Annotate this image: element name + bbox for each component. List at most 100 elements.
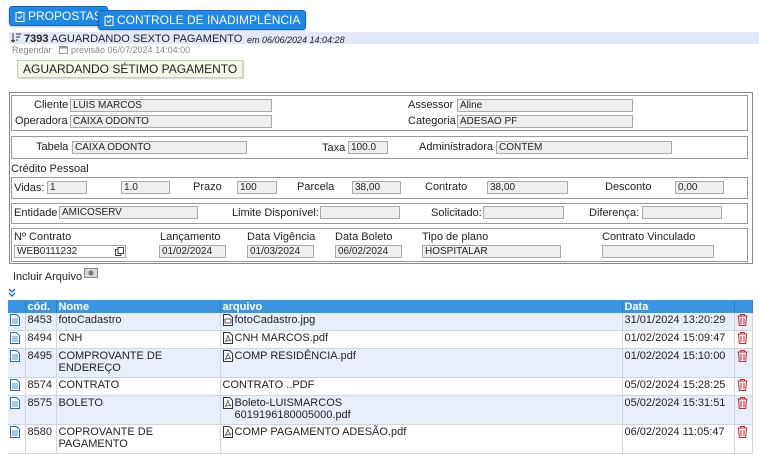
entidade-label: Entidade xyxy=(14,207,58,219)
cell-arquivo-link[interactable]: CONTRATO ..PDF xyxy=(223,379,315,391)
forecast-text: previsão 06/07/2024 14:04:00 xyxy=(71,45,191,55)
reschedule-link[interactable]: Regendar xyxy=(12,44,52,56)
table-header-row: cód. Nome arquivo Data xyxy=(8,300,753,313)
data-boleto-field[interactable]: 06/02/2024 xyxy=(335,245,402,258)
files-table: cód. Nome arquivo Data 8453 fotoCadastro… xyxy=(8,300,753,454)
cell-nome: BOLETO xyxy=(56,395,221,425)
tab-propostas-label: PROPOSTAS xyxy=(28,9,102,23)
parcela-field[interactable]: 38,00 xyxy=(352,181,401,194)
limite-label: Limite Disponível: xyxy=(232,207,319,219)
categoria-field[interactable]: ADESÃO PF xyxy=(457,115,633,128)
cell-data: 05/02/2024 15:28:25 xyxy=(622,377,735,396)
cell-cod: 8580 xyxy=(25,424,57,454)
factor-field[interactable]: 1.0 xyxy=(121,181,170,194)
pdf-file-icon xyxy=(222,397,233,409)
cell-data: 01/02/2024 15:10:00 xyxy=(622,348,735,378)
cell-arquivo-link[interactable]: COMP RESIDÊNCIA.pdf xyxy=(235,350,356,362)
tipo-plano-field[interactable]: HOSPITALAR xyxy=(422,245,561,258)
contrato-field[interactable]: 38,00 xyxy=(487,181,568,194)
clipboard-icon xyxy=(104,15,114,26)
header-arquivo[interactable]: arquivo xyxy=(220,300,623,313)
cell-data: 01/02/2024 15:09:47 xyxy=(622,330,735,349)
taxa-field[interactable]: 100.0 xyxy=(348,141,388,154)
copy-icon[interactable] xyxy=(115,247,124,256)
numero-contrato-field[interactable]: WEB0111232 xyxy=(14,245,126,258)
vigencia-field[interactable]: 01/03/2024 xyxy=(247,245,314,258)
categoria-label: Categoria xyxy=(408,115,456,127)
calendar-icon xyxy=(59,46,68,54)
cell-cod: 8575 xyxy=(25,395,57,425)
table-row[interactable]: 8494 CNH CNH MARCOS.pdf 01/02/2024 15:09… xyxy=(8,330,753,349)
document-icon[interactable] xyxy=(10,350,20,362)
document-icon[interactable] xyxy=(10,332,20,344)
cell-data: 31/01/2024 13:20:29 xyxy=(622,313,735,331)
tipo-plano-label: Tipo de plano xyxy=(422,231,489,243)
tab-propostas[interactable]: PROPOSTAS xyxy=(9,6,108,26)
table-row[interactable]: 8495 COMPROVANTE DE ENDEREÇO COMP RESIDÊ… xyxy=(8,348,753,378)
assessor-field[interactable]: Aline xyxy=(457,99,633,112)
diferenca-label: Diferença: xyxy=(589,207,640,219)
cell-arquivo-link[interactable]: fotoCadastro.jpg xyxy=(235,314,316,326)
diferenca-field[interactable] xyxy=(642,206,722,219)
trash-icon[interactable] xyxy=(737,332,748,344)
cliente-field[interactable]: LUIS MARCOS xyxy=(70,99,272,112)
table-row[interactable]: 8580 COPROVANTE DE PAGAMENTO COMP PAGAME… xyxy=(8,424,753,454)
next-status-button[interactable]: AGUARDANDO SÉTIMO PAGAMENTO xyxy=(17,60,244,78)
header-actions xyxy=(734,300,753,313)
desconto-label: Desconto xyxy=(605,181,652,193)
clipboard-icon xyxy=(15,11,25,22)
cell-arquivo-link[interactable]: COMP PAGAMENTO ADESÃO.pdf xyxy=(235,426,407,438)
cell-nome: CONTRATO xyxy=(56,377,221,396)
table-row[interactable]: 8453 fotoCadastro fotoCadastro.jpg 31/01… xyxy=(8,313,753,331)
image-file-icon xyxy=(222,314,233,326)
cell-cod: 8453 xyxy=(25,313,57,331)
trash-icon[interactable] xyxy=(737,314,748,326)
cell-cod: 8495 xyxy=(25,348,57,378)
contrato-vinculado-field[interactable] xyxy=(602,245,714,258)
tabela-field[interactable]: CAIXA ODONTO xyxy=(72,141,247,154)
document-icon[interactable] xyxy=(10,379,20,391)
solicitado-field[interactable] xyxy=(483,206,564,219)
collapse-chevron-icon[interactable] xyxy=(8,288,16,297)
lancamento-field[interactable]: 01/02/2024 xyxy=(159,245,226,258)
header-data[interactable]: Data xyxy=(622,300,735,313)
pdf-file-icon xyxy=(222,426,233,438)
administradora-field[interactable]: CONTÈM xyxy=(496,141,672,154)
header-nome[interactable]: Nome xyxy=(56,300,221,313)
desconto-field[interactable]: 0,00 xyxy=(675,181,724,194)
document-icon[interactable] xyxy=(10,397,20,409)
lancamento-label: Lançamento xyxy=(160,231,221,243)
tab-controle-label: CONTROLE DE INADIMPLÊNCIA xyxy=(117,13,301,27)
limite-field[interactable] xyxy=(320,206,400,219)
entidade-field[interactable]: AMICOSERV xyxy=(59,206,198,219)
cell-cod: 8574 xyxy=(25,377,57,396)
operadora-label: Operadora xyxy=(15,115,68,127)
pdf-file-icon xyxy=(222,350,233,362)
contrato-vinculado-label: Contrato Vinculado xyxy=(602,231,696,243)
numero-contrato-label: Nº Contrato xyxy=(14,231,72,243)
assessor-label: Assessor xyxy=(408,99,454,111)
pdf-file-icon xyxy=(222,332,233,344)
table-row[interactable]: 8574 CONTRATO CONTRATO ..PDF 05/02/2024 … xyxy=(8,377,753,396)
table-row[interactable]: 8575 BOLETO Boleto-LUISMARCOS 6019196180… xyxy=(8,395,753,425)
trash-icon[interactable] xyxy=(737,379,748,391)
document-icon[interactable] xyxy=(10,314,20,326)
trash-icon[interactable] xyxy=(737,397,748,409)
cell-nome: COMPROVANTE DE ENDEREÇO xyxy=(56,348,221,378)
upload-icon[interactable] xyxy=(84,268,98,278)
vigencia-label: Data Vigência xyxy=(247,231,316,243)
tabela-label: Tabela xyxy=(36,141,69,153)
tab-controle-inadimplencia[interactable]: CONTROLE DE INADIMPLÊNCIA xyxy=(98,10,307,30)
trash-icon[interactable] xyxy=(737,426,748,438)
trash-icon[interactable] xyxy=(737,350,748,362)
cell-arquivo-link[interactable]: CNH MARCOS.pdf xyxy=(235,332,329,344)
credito-pessoal-label: Crédito Pessoal xyxy=(11,163,89,175)
cell-nome: COPROVANTE DE PAGAMENTO xyxy=(56,424,221,454)
header-cod[interactable]: cód. xyxy=(25,300,57,313)
operadora-field[interactable]: CAIXA ODONTO xyxy=(70,115,272,128)
document-icon[interactable] xyxy=(10,426,20,438)
vidas-field[interactable]: 1 xyxy=(47,181,87,194)
prazo-field[interactable]: 100 xyxy=(237,181,277,194)
cell-arquivo-link[interactable]: Boleto-LUISMARCOS 6019196180005000.pdf xyxy=(235,397,365,421)
data-boleto-label: Data Boleto xyxy=(335,231,393,243)
